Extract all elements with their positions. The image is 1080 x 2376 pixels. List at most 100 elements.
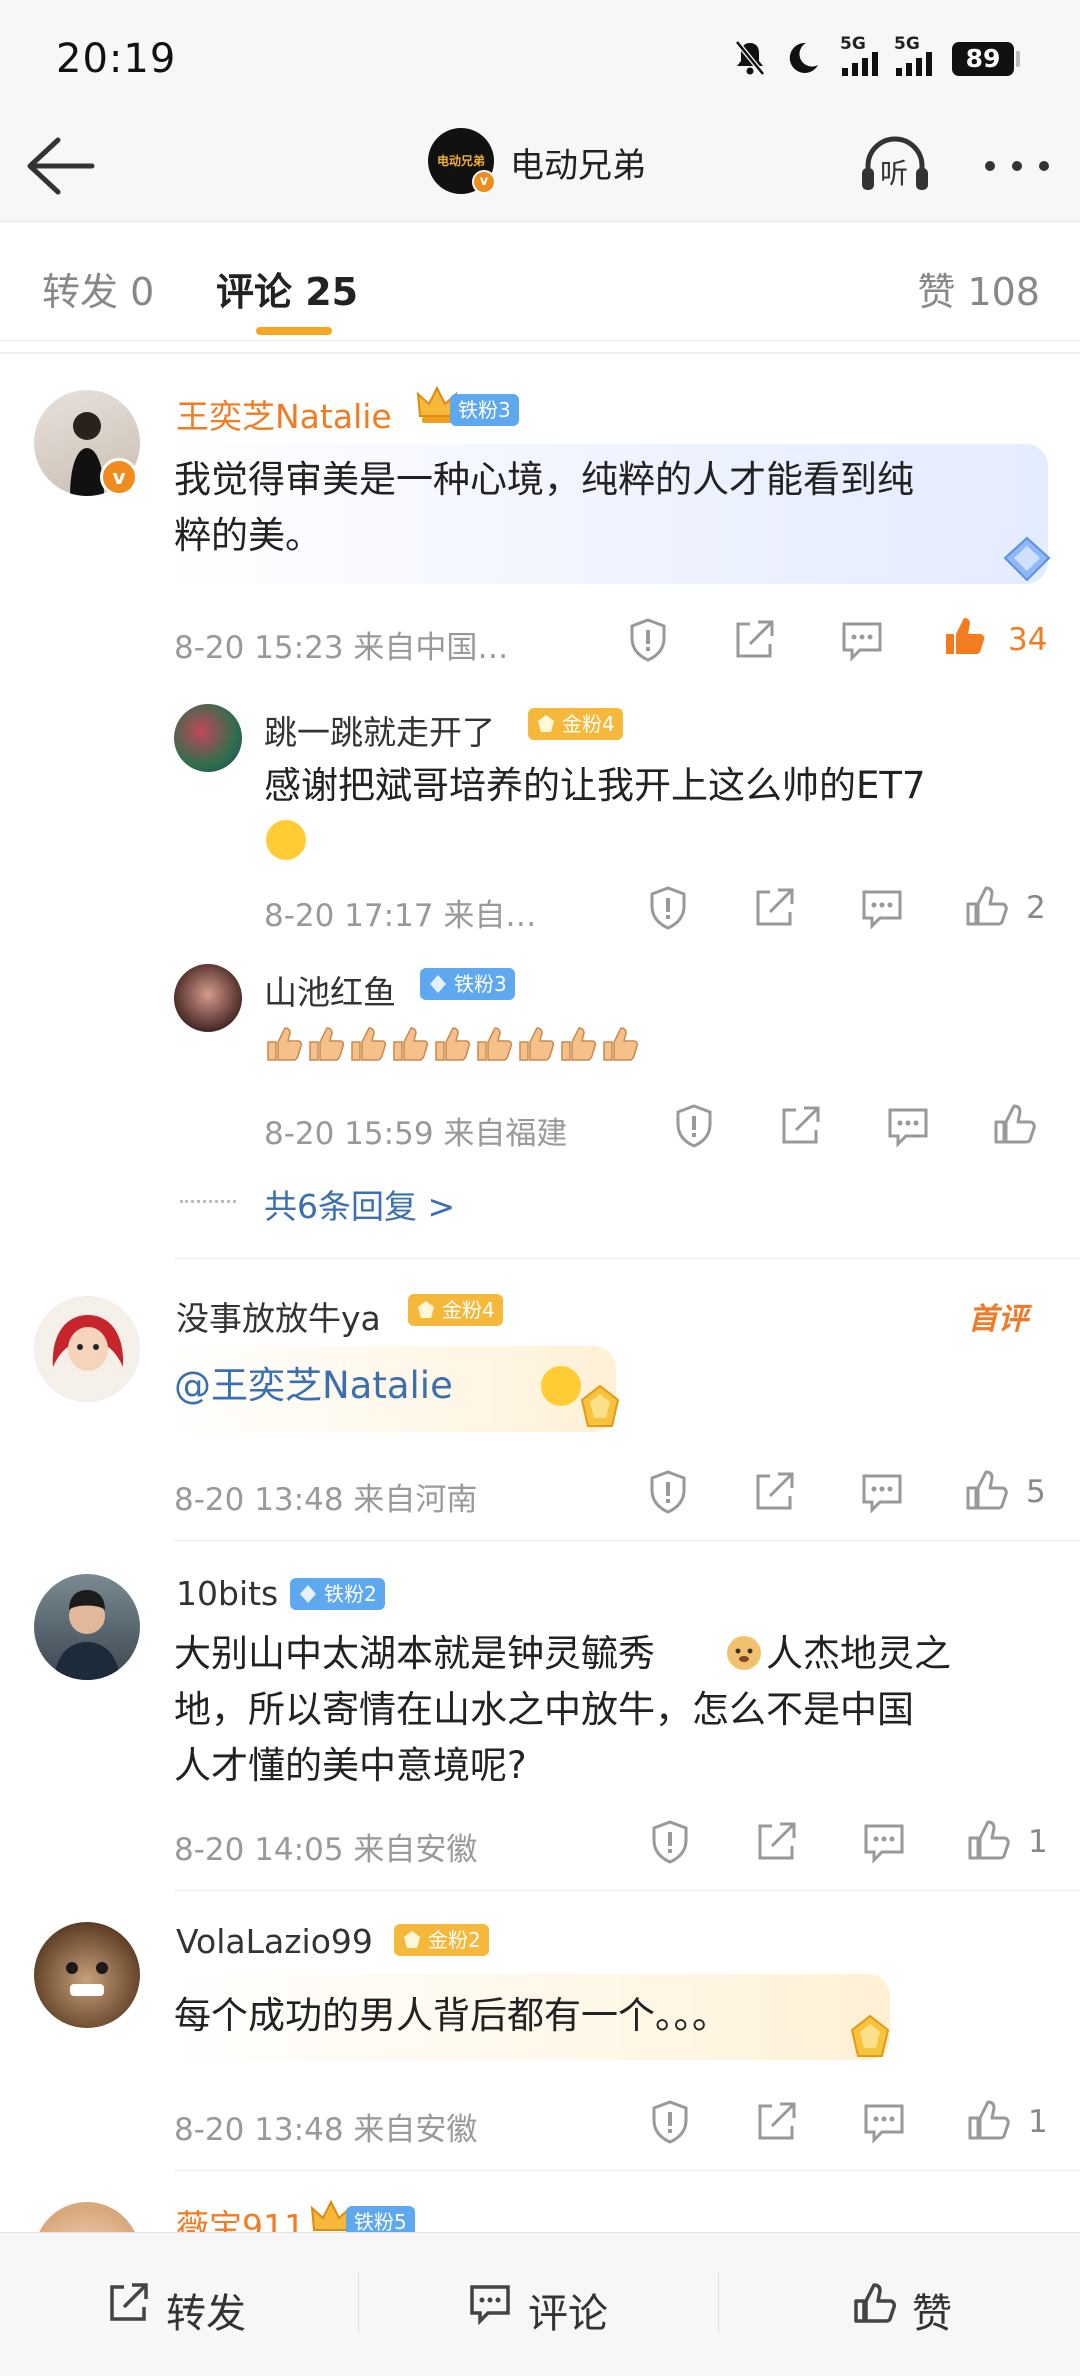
more-dots-icon[interactable] xyxy=(982,136,1052,196)
comment-label: 评论 xyxy=(528,2291,608,2337)
repost-button[interactable]: 转发 xyxy=(100,2275,280,2337)
fan-badge: 金粉4 xyxy=(408,1294,503,1326)
avatar[interactable] xyxy=(34,1296,140,1402)
comment-username[interactable]: 王奕芝Natalie xyxy=(176,390,392,438)
reply-meta: 8-20 17:17 来自… xyxy=(264,898,537,934)
avatar[interactable] xyxy=(34,1574,140,1680)
fan-badge: 铁粉3 xyxy=(450,394,519,426)
like-button[interactable]: 赞 xyxy=(846,2275,986,2337)
share-icon[interactable] xyxy=(752,1818,800,1866)
reply-meta: 8-20 15:59 来自福建 xyxy=(264,1116,568,1152)
comment-icon[interactable] xyxy=(858,884,906,932)
network-5g-1: 5G xyxy=(840,34,866,54)
report-icon[interactable] xyxy=(624,616,672,664)
divider xyxy=(174,1890,1080,1891)
gem-badge-icon xyxy=(418,1301,434,1318)
battery-tip xyxy=(1016,51,1020,67)
like-count: 5 xyxy=(1026,1474,1046,1510)
fan-badge: 金粉2 xyxy=(394,1924,489,1956)
thumbs-up-emoji-icon xyxy=(267,1027,639,1061)
comment-icon[interactable] xyxy=(884,1102,932,1150)
share-icon[interactable] xyxy=(730,616,778,664)
mute-bell-icon xyxy=(735,40,765,76)
comment-icon[interactable] xyxy=(860,1818,908,1866)
avatar[interactable] xyxy=(174,704,242,772)
gem-badge-icon xyxy=(538,715,554,732)
comment-text: 大别山中太湖本就是钟灵毓秀 xyxy=(174,1632,655,1675)
fan-badge: 铁粉2 xyxy=(290,1578,385,1610)
report-icon[interactable] xyxy=(646,1818,694,1866)
comment-meta: 8-20 14:05 来自安徽 xyxy=(174,1832,478,1868)
share-icon[interactable] xyxy=(752,2098,800,2146)
like-count: 2 xyxy=(1026,890,1046,926)
comment-username[interactable]: 没事放放牛ya xyxy=(176,1292,381,1340)
comment-username[interactable]: VolaLazio99 xyxy=(176,1922,373,1961)
comment-text-2: 粹的美。 xyxy=(174,514,322,557)
back-arrow-icon[interactable] xyxy=(22,130,102,202)
divider xyxy=(0,352,1080,354)
thumb-up-icon[interactable] xyxy=(964,2096,1012,2144)
comment-button[interactable]: 评论 xyxy=(462,2275,642,2337)
comment-text-3: 人才懂的美中意境呢? xyxy=(174,1744,527,1787)
tab-likes[interactable]: 赞 108 xyxy=(917,261,1040,316)
fan-badge-label: 金粉2 xyxy=(428,1928,481,1952)
report-icon[interactable] xyxy=(646,2098,694,2146)
like-count: 1 xyxy=(1028,2104,1048,2140)
reply-username[interactable]: 跳一跳就走开了 xyxy=(264,706,495,754)
mention-link[interactable]: @王奕芝Natalie xyxy=(174,1358,453,1414)
repost-label: 转发 xyxy=(166,2291,246,2337)
avatar-cartoon-icon xyxy=(52,1315,124,1371)
signal-2-icon xyxy=(896,52,932,76)
account-name[interactable]: 电动兄弟 xyxy=(510,138,646,187)
moon-icon xyxy=(789,42,818,73)
comment-text-2: 地，所以寄情在山水之中放牛，怎么不是中国 xyxy=(174,1688,914,1731)
tab-comment[interactable]: 评论 25 xyxy=(216,261,358,316)
comment-icon[interactable] xyxy=(860,2098,908,2146)
dotted-divider xyxy=(180,1200,236,1203)
like-count: 34 xyxy=(1008,622,1048,658)
comment-icon[interactable] xyxy=(858,1468,906,1516)
fan-badge-label: 铁粉2 xyxy=(324,1582,377,1606)
avatar[interactable] xyxy=(34,1922,140,2028)
thumb-up-icon[interactable] xyxy=(962,1466,1010,1514)
report-icon[interactable] xyxy=(644,1468,692,1516)
share-icon[interactable] xyxy=(750,884,798,932)
comment-meta: 8-20 13:48 来自安徽 xyxy=(174,2112,478,2148)
tab-repost[interactable]: 转发 0 xyxy=(42,261,154,316)
comment-icon[interactable] xyxy=(838,616,886,664)
dog-emoji-icon xyxy=(727,1636,761,1670)
share-icon[interactable] xyxy=(750,1468,798,1516)
thumb-up-icon[interactable] xyxy=(940,612,988,660)
share-icon xyxy=(110,2283,148,2321)
gold-gem-icon xyxy=(850,2014,890,2057)
report-icon[interactable] xyxy=(644,884,692,932)
network-5g-2: 5G xyxy=(894,34,920,54)
listen-label: 听 xyxy=(880,157,909,190)
verified-badge-icon: v xyxy=(472,170,496,194)
like-label: 赞 xyxy=(912,2291,952,2337)
avatar-cat-icon xyxy=(66,1962,108,1996)
thumbs-up-emoji-row xyxy=(264,1022,644,1066)
comment-username[interactable]: 10bits xyxy=(176,1574,278,1613)
separator xyxy=(358,2273,359,2333)
avatar[interactable] xyxy=(174,964,242,1032)
fan-badge: 铁粉3 xyxy=(420,968,515,1000)
fan-badge-label: 金粉4 xyxy=(442,1298,495,1322)
verified-badge-icon: v xyxy=(100,458,138,496)
comment-text-cont: 人杰地灵之 xyxy=(766,1632,951,1675)
laugh-cry-emoji-icon xyxy=(266,820,306,860)
thumb-up-icon[interactable] xyxy=(990,1100,1038,1148)
fan-badge-label: 金粉4 xyxy=(562,712,615,736)
more-replies-link[interactable]: 共6条回复 > xyxy=(264,1180,455,1228)
tab-bar: 转发 0 评论 25 赞 108 xyxy=(0,223,1080,341)
battery-indicator: 89 xyxy=(952,42,1014,76)
listen-button[interactable]: 听 xyxy=(858,130,932,200)
comment-text: 每个成功的男人背后都有一个。。。 xyxy=(174,1994,729,2037)
fan-badge-label: 铁粉3 xyxy=(458,398,511,422)
reply-username[interactable]: 山池红鱼 xyxy=(264,966,396,1014)
header: 电动兄弟 v 电动兄弟 听 xyxy=(0,110,1080,222)
thumb-up-icon[interactable] xyxy=(964,1816,1012,1864)
share-icon[interactable] xyxy=(776,1102,824,1150)
thumb-up-icon[interactable] xyxy=(962,882,1010,930)
report-icon[interactable] xyxy=(670,1102,718,1150)
